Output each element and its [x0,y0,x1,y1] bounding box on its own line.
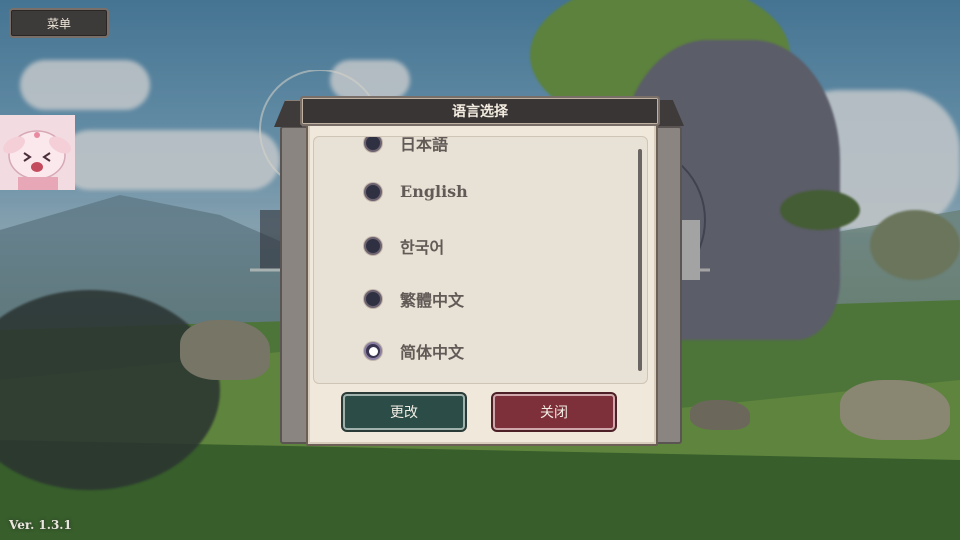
menu-button[interactable]: 菜单 [9,8,109,38]
radio-button[interactable] [364,182,382,201]
radio-button-selected[interactable] [364,342,382,360]
radio-button[interactable] [364,237,382,255]
scrollbar[interactable] [638,149,642,371]
language-label: 繁體中文 [400,291,465,310]
language-label: 한국어 [400,238,445,257]
mascot-avatar [0,115,75,190]
language-label: English [400,182,468,201]
language-option-english[interactable]: English [364,182,468,201]
radio-button[interactable] [364,137,382,152]
language-label: 简体中文 [400,343,465,362]
dialog-title: 语言选择 [300,96,660,126]
version-label: Ver. 1.3.1 [9,518,72,532]
language-label: 日本語 [400,136,449,154]
language-option-simplified-chinese[interactable]: 简体中文 [364,339,464,363]
language-list[interactable]: 日本語 English 한국어 繁體中文 简体中文 [313,136,648,384]
radio-button[interactable] [364,290,382,308]
change-button[interactable]: 更改 [343,394,465,430]
close-button[interactable]: 关闭 [493,394,615,430]
language-option-japanese[interactable]: 日本語 [364,136,449,155]
language-option-korean[interactable]: 한국어 [364,234,444,258]
language-option-traditional-chinese[interactable]: 繁體中文 [364,287,464,311]
